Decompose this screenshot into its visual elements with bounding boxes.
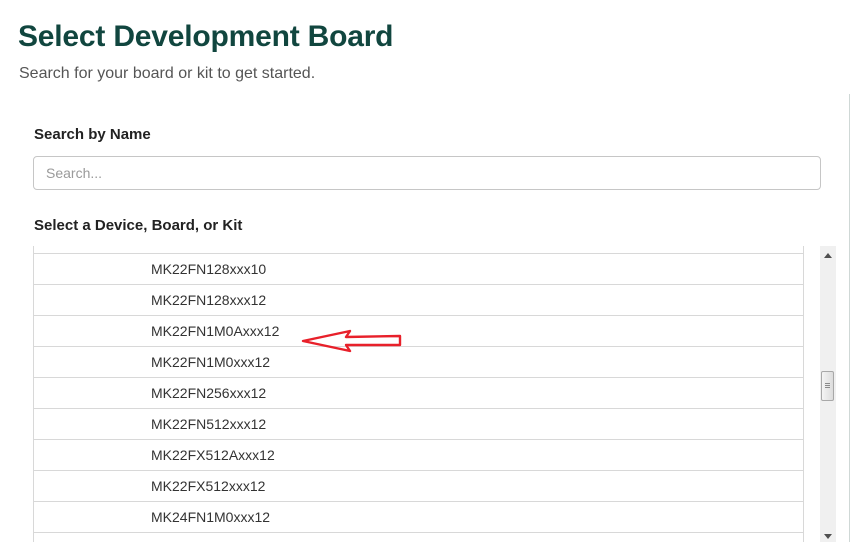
list-item[interactable]: MK22FN128xxx10 [34,254,803,285]
search-label: Search by Name [34,126,151,143]
scroll-thumb[interactable] [821,371,834,401]
search-input[interactable] [33,156,821,190]
list-item[interactable]: MK22FN1M0xxx12 [34,347,803,378]
list-item[interactable]: MK22FN128xxx12 [34,285,803,316]
page-title: Select Development Board [18,20,394,53]
list-item[interactable]: MK22FX512xxx12 [34,471,803,502]
device-list-label: Select a Device, Board, or Kit [34,217,243,234]
page-subtitle: Search for your board or kit to get star… [19,65,316,82]
left-arrow-icon [301,329,402,353]
scroll-down-arrow-icon[interactable] [820,528,836,542]
scroll-up-arrow-icon[interactable] [820,247,836,263]
list-item[interactable]: MK22FN512xxx12 [34,409,803,440]
list-item-partial[interactable] [34,246,803,254]
list-scrollbar[interactable] [820,246,836,542]
page: Select Development Board Search for your… [0,0,854,542]
list-item[interactable]: MK22FN1M0Axxx12 [34,316,803,347]
device-list: MK22FN128xxx10 MK22FN128xxx12 MK22FN1M0A… [33,246,804,542]
list-item[interactable]: MK22FX512Axxx12 [34,440,803,471]
list-item[interactable]: MK24FN1M0xxx12 [34,502,803,533]
list-item[interactable]: MK22FN256xxx12 [34,378,803,409]
panel-divider [849,94,850,542]
